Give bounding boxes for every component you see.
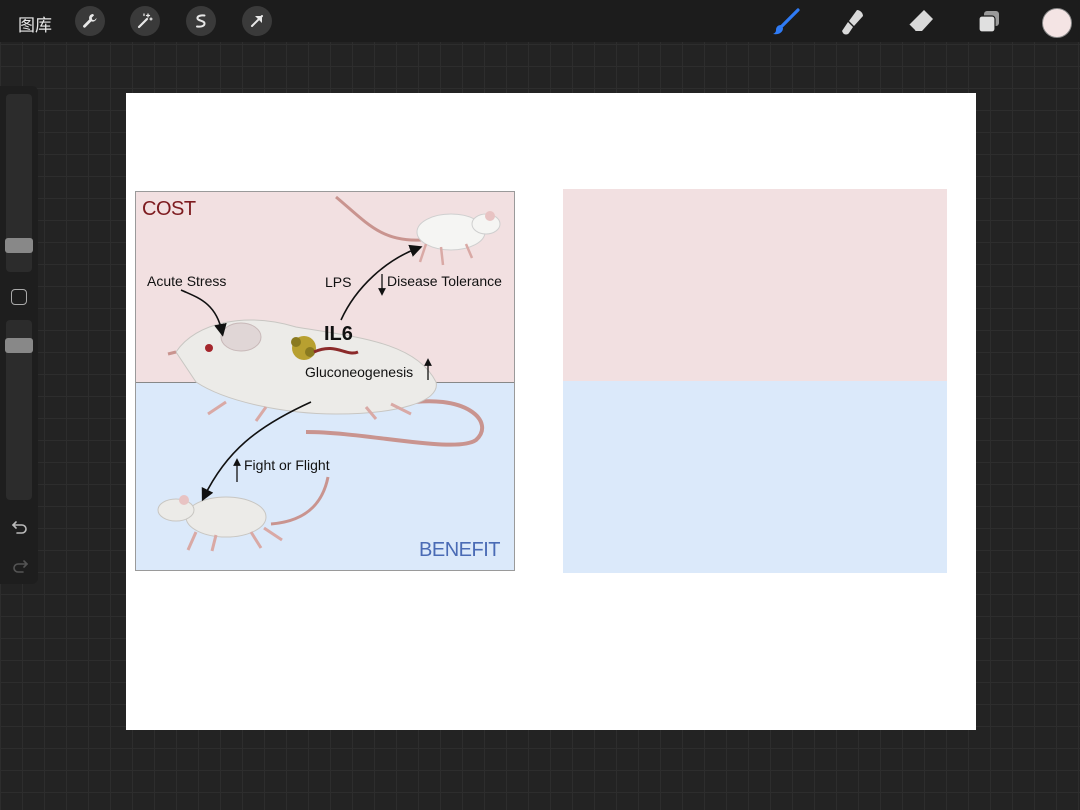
brush-icon[interactable]: [770, 6, 802, 38]
eraser-icon[interactable]: [905, 6, 937, 38]
left-sidebar: [0, 86, 38, 584]
wrench-icon[interactable]: [75, 6, 105, 36]
acute-stress-label: Acute Stress: [147, 273, 227, 289]
diagram-panel: COST Acute Stress LPS Disease Tolerance …: [135, 191, 515, 571]
lps-label: LPS: [325, 274, 352, 290]
selection-icon[interactable]: [186, 6, 216, 36]
benefit-label: BENEFIT: [419, 539, 500, 561]
top-mouse-illustration: [335, 195, 501, 266]
il6-label: IL6: [324, 323, 353, 345]
empty-cost-panel: [563, 189, 947, 381]
smudge-icon[interactable]: [837, 6, 869, 38]
opacity-thumb[interactable]: [5, 338, 33, 353]
empty-benefit-panel: [563, 381, 947, 573]
magic-wand-icon[interactable]: [130, 6, 160, 36]
disease-tolerance-label: Disease Tolerance: [387, 273, 502, 289]
gluconeogenesis-label: Gluconeogenesis: [305, 364, 414, 380]
fight-or-flight-label: Fight or Flight: [244, 457, 330, 473]
color-picker-swatch[interactable]: [1042, 8, 1072, 38]
layers-icon[interactable]: [973, 6, 1005, 38]
redo-icon[interactable]: [10, 556, 30, 576]
undo-icon[interactable]: [10, 517, 30, 537]
modify-button[interactable]: [11, 289, 27, 305]
gallery-button[interactable]: 图库: [18, 11, 52, 36]
mouse-illustration: [157, 195, 501, 552]
cost-label: COST: [142, 198, 196, 220]
drawing-canvas[interactable]: COST Acute Stress LPS Disease Tolerance …: [126, 93, 976, 730]
top-toolbar: 图库: [0, 0, 1080, 42]
bottom-mouse-illustration: [157, 476, 330, 552]
brush-size-thumb[interactable]: [5, 238, 33, 253]
transform-arrow-icon[interactable]: [242, 6, 272, 36]
